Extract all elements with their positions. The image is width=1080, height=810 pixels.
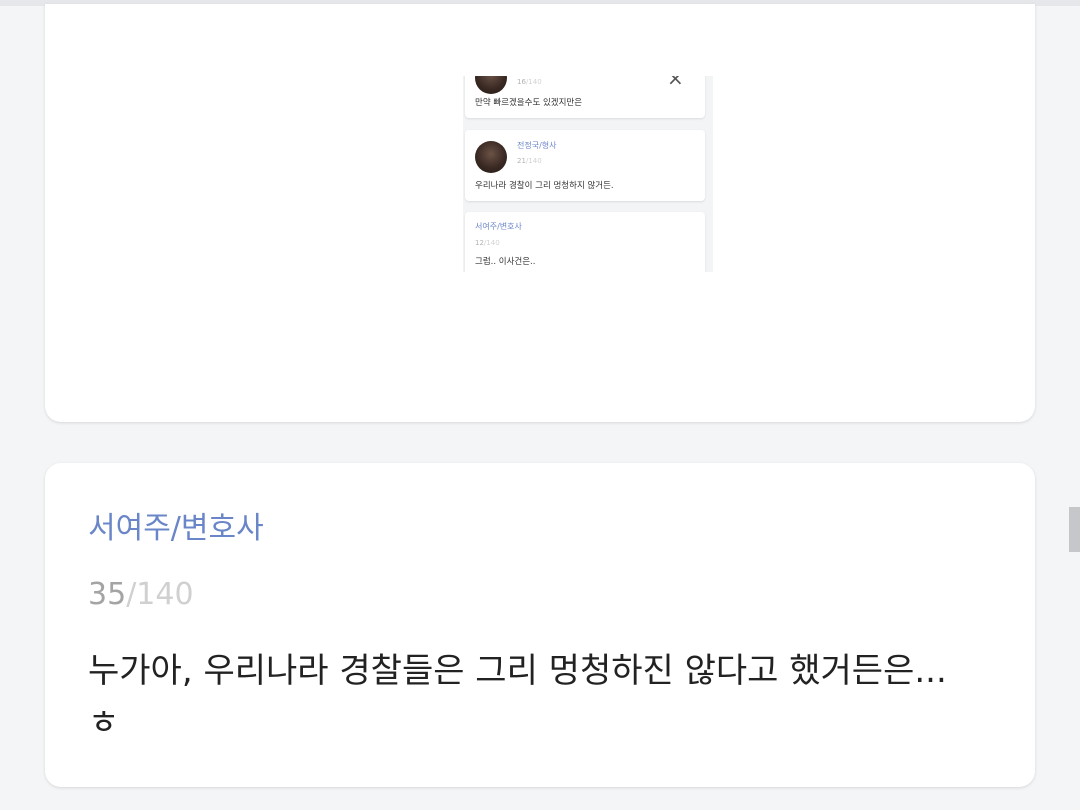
- embedded-screenshot[interactable]: 16/140 × 만약 빠르겠을수도 있겠지만은 전정국/형사 21/140 우…: [463, 76, 713, 272]
- embedded-message-1: 16/140 × 만약 빠르겠을수도 있겠지만은: [465, 76, 705, 118]
- char-count-current: 35: [88, 577, 127, 612]
- char-count: 21/140: [517, 157, 542, 165]
- message-text: 그럼.. 이사건은..: [475, 257, 536, 267]
- embedded-message-2: 전정국/형사 21/140 우리나라 경찰이 그리 멍청하지 않거든.: [465, 130, 705, 201]
- message-text: 만약 빠르겠을수도 있겠지만은: [475, 98, 583, 108]
- sender-name: 전정국/형사: [517, 141, 557, 150]
- avatar: [475, 76, 507, 94]
- message-text: 우리나라 경찰이 그리 멍청하지 않거든.: [475, 181, 614, 191]
- message-text: 누가아, 우리나라 경찰들은 그리 멍청하진 않다고 했거든은... ㅎ: [88, 651, 947, 743]
- embedded-message-3: 서여주/변호사 12/140 그럼.. 이사건은..: [465, 212, 705, 272]
- char-count-total: /140: [126, 577, 194, 612]
- char-count: 12/140: [475, 239, 500, 247]
- sender-name: 서여주/변호사: [88, 511, 264, 546]
- close-icon[interactable]: ×: [667, 76, 684, 88]
- sender-name: 서여주/변호사: [475, 222, 522, 231]
- scrollbar-thumb[interactable]: [1069, 507, 1080, 552]
- char-count: 35/140: [88, 577, 194, 612]
- image-message-card: 16/140 × 만약 빠르겠을수도 있겠지만은 전정국/형사 21/140 우…: [45, 4, 1035, 422]
- char-count: 16/140: [517, 78, 542, 86]
- message-card: 서여주/변호사 35/140 누가아, 우리나라 경찰들은 그리 멍청하진 않다…: [45, 463, 1035, 787]
- avatar: [475, 141, 507, 173]
